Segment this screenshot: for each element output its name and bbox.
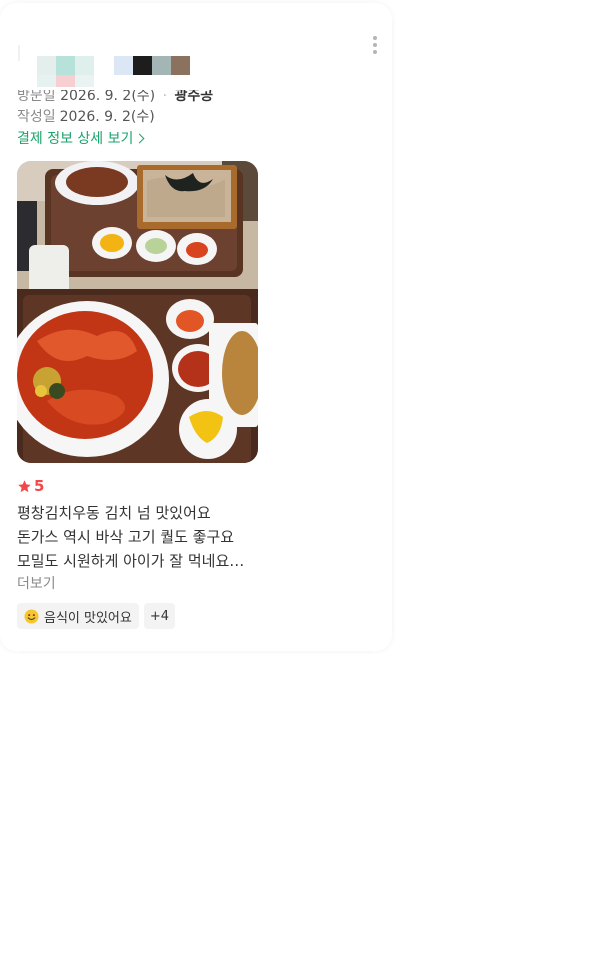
review-line: 돈가스 역시 바삭 고기 퀄도 좋구요	[17, 528, 235, 546]
rating: 5	[17, 476, 44, 496]
blurred-profile-avatar	[16, 37, 192, 87]
more-options-button[interactable]	[364, 33, 386, 57]
food-photo-illustration	[17, 161, 258, 463]
review-line: 모밀도 시원하게 아이가 잘 먹네요…	[17, 552, 245, 570]
payment-detail-link[interactable]: 결제 정보 상세 보기	[17, 129, 145, 149]
review-card: 방문일 2026. 9. 2(수) · 광주공 작성일 2026. 9. 2(수)…	[0, 3, 392, 651]
tag-food-tasty[interactable]: 음식이 맛있어요	[17, 603, 139, 629]
payment-detail-label: 결제 정보 상세 보기	[17, 131, 134, 147]
more-tags-count: +4	[149, 608, 170, 624]
tag-label: 음식이 맛있어요	[44, 610, 132, 626]
visit-date-row: 방문일 2026. 9. 2(수) · 광주공	[17, 88, 214, 106]
chevron-right-icon	[134, 133, 145, 144]
visit-date-label: 방문일	[17, 88, 56, 104]
more-dot	[373, 36, 377, 40]
review-body[interactable]: 평창김치우동 김치 넘 맛있어요 돈가스 역시 바삭 고기 퀄도 좋구요 모밀도…	[17, 501, 257, 573]
smiling-face-icon	[24, 608, 39, 624]
more-tags-button[interactable]: +4	[143, 603, 176, 629]
visit-place: 광주공	[174, 88, 214, 104]
rating-value: 5	[34, 477, 45, 495]
written-date-label: 작성일	[17, 109, 56, 125]
more-dot	[373, 43, 377, 47]
review-tags: 음식이 맛있어요 +4	[17, 603, 176, 629]
visit-date-value: 2026. 9. 2(수)	[60, 88, 156, 104]
star-icon	[18, 479, 31, 492]
more-dot	[373, 50, 377, 54]
read-more-link[interactable]: 더보기	[17, 573, 56, 595]
review-line: 평창김치우동 김치 넘 맛있어요	[17, 504, 211, 522]
visit-separator: ·	[162, 88, 168, 104]
written-date-value: 2026. 9. 2(수)	[59, 109, 155, 125]
review-photo[interactable]	[17, 161, 258, 463]
written-date-row: 작성일 2026. 9. 2(수)	[17, 107, 155, 127]
